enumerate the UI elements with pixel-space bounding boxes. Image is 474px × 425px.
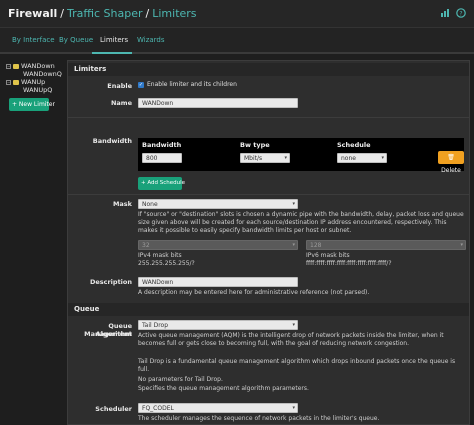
breadcrumb-limiters[interactable]: Limiters <box>152 7 196 20</box>
chevron-down-icon: ▾ <box>460 242 463 248</box>
schedule-select[interactable]: none ▾ <box>337 153 387 163</box>
chart-icon[interactable] <box>440 8 450 18</box>
delete-label: Delete <box>441 167 461 174</box>
chevron-down-icon: ▾ <box>284 155 287 161</box>
tree-item-wanupq[interactable]: WANUpQ <box>23 86 52 94</box>
chevron-down-icon: ▾ <box>292 242 295 248</box>
chevron-down-icon: ▾ <box>381 155 384 161</box>
delete-button[interactable]: 🗑 Delete <box>438 151 464 174</box>
description-help: A description may be entered here for ad… <box>138 289 370 296</box>
limiter-form-panel: Limiters Enable ✓ Enable limiter and its… <box>67 60 470 425</box>
breadcrumb-traffic-shaper[interactable]: Traffic Shaper <box>67 7 143 20</box>
top-header: Firewall / Traffic Shaper / Limiters ? <box>0 0 474 28</box>
bw-type-select[interactable]: Mbit/s ▾ <box>240 153 290 163</box>
collapse-icon[interactable]: − <box>6 63 11 69</box>
queue-mgmt-specifies: Specifies the queue management algorithm… <box>138 385 309 392</box>
divider <box>68 194 469 195</box>
queue-mgmt-noparams: No parameters for Tail Drop. <box>138 376 223 383</box>
name-input[interactable]: WANDown <box>138 98 298 108</box>
name-label: Name <box>110 99 132 107</box>
bandwidth-label: Bandwidth <box>92 137 132 145</box>
tab-bar: By Interface By Queue Limiters Wizards <box>0 28 474 54</box>
folder-icon <box>13 79 19 85</box>
chevron-down-icon: ▾ <box>292 201 295 207</box>
section-title-queue: Queue <box>68 303 469 316</box>
tab-limiters[interactable]: Limiters <box>100 36 128 44</box>
new-limiter-button[interactable]: + New Limiter <box>9 98 55 111</box>
section-title-limiters: Limiters <box>68 63 469 76</box>
tab-by-interface[interactable]: By Interface <box>12 36 55 44</box>
ipv4-mask-text: 255.255.255.255/? <box>138 260 195 267</box>
mask-help: If "source" or "destination" slots is ch… <box>138 211 464 234</box>
description-label: Description <box>89 278 132 286</box>
collapse-icon[interactable]: − <box>6 79 11 85</box>
tree-item-label: WANUp <box>21 78 46 86</box>
tab-by-queue[interactable]: By Queue <box>59 36 93 44</box>
bw-type-value: Mbit/s <box>244 155 263 162</box>
scheduler-value: FQ_CODEL <box>142 405 174 412</box>
scheduler-select[interactable]: FQ_CODEL ▾ <box>138 403 298 413</box>
schedule-value: none <box>341 155 356 162</box>
active-tab-indicator <box>92 52 132 54</box>
scheduler-help: The scheduler manages the sequence of ne… <box>138 415 380 422</box>
mask-value: None <box>142 201 158 208</box>
ipv4-bits-value: 32 <box>142 242 150 249</box>
svg-text:?: ? <box>459 11 462 18</box>
tree-item-label: WANUpQ <box>23 86 53 94</box>
tree-item-label: WANDown <box>21 62 55 70</box>
enable-text: Enable limiter and its children <box>147 81 237 88</box>
queue-mgmt-label-2: Algorithm <box>95 330 132 338</box>
tree-item-label: WANDownQ <box>23 70 62 78</box>
add-schedule-button[interactable]: + Add Schedule <box>138 177 185 190</box>
breadcrumb-separator: / <box>60 7 65 20</box>
ipv6-bits-value: 128 <box>310 242 322 249</box>
chevron-down-icon: ▾ <box>292 322 295 328</box>
tree-item-wandown[interactable]: − WANDown <box>6 62 55 70</box>
queue-mgmt-select[interactable]: Tail Drop ▾ <box>138 320 298 330</box>
bandwidth-table: Bandwidth Bw type Schedule <box>138 138 464 171</box>
divider <box>68 117 469 118</box>
bw-col-schedule: Schedule <box>337 141 371 149</box>
ipv4-label: IPv4 mask bits <box>138 252 182 259</box>
ipv6-label: IPv6 mask bits <box>306 252 350 259</box>
trash-icon: 🗑 <box>447 154 455 161</box>
tree-item-wanup[interactable]: − WANUp <box>6 78 45 86</box>
breadcrumb: Firewall / Traffic Shaper / Limiters <box>8 7 197 20</box>
queue-mgmt-help: Active queue management (AQM) is the int… <box>138 332 444 347</box>
ipv4-bits-select: 32 ▾ <box>138 240 298 250</box>
queue-mgmt-value: Tail Drop <box>142 322 169 329</box>
chevron-down-icon: ▾ <box>292 405 295 411</box>
mask-label: Mask <box>112 200 132 208</box>
help-icon[interactable]: ? <box>456 8 466 18</box>
breadcrumb-separator: / <box>145 7 150 20</box>
description-input[interactable]: WANDown <box>138 277 298 287</box>
ipv6-mask-text: ffff:ffff:ffff:ffff:ffff:ffff:ffff:ffff/… <box>306 260 392 267</box>
tree-item-wandownq[interactable]: WANDownQ <box>23 70 62 78</box>
bw-col-type: Bw type <box>240 141 270 149</box>
ipv6-bits-select: 128 ▾ <box>306 240 466 250</box>
queue-mgmt-description: Tail Drop is a fundamental queue managem… <box>138 358 456 373</box>
bandwidth-input[interactable]: 800 <box>142 153 182 163</box>
mask-select[interactable]: None ▾ <box>138 199 298 209</box>
folder-icon <box>13 63 19 69</box>
enable-label: Enable <box>107 82 132 90</box>
enable-checkbox[interactable]: ✓ <box>138 82 144 88</box>
scheduler-label: Scheduler <box>95 405 132 413</box>
breadcrumb-firewall: Firewall <box>8 7 58 20</box>
tab-wizards[interactable]: Wizards <box>137 36 165 44</box>
bw-col-bandwidth: Bandwidth <box>142 141 182 149</box>
